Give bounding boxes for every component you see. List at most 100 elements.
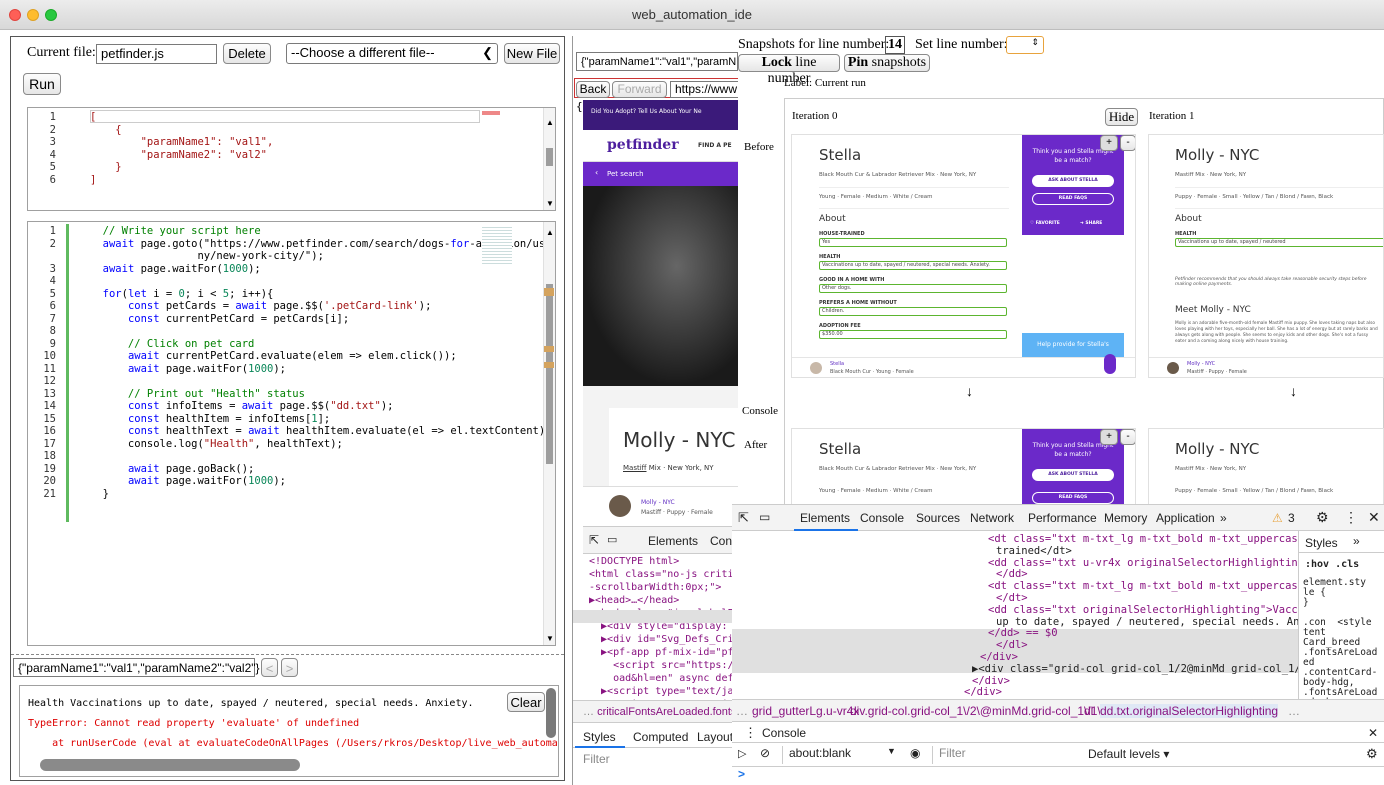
dom-node-line[interactable]: trained</dt>: [996, 545, 1072, 557]
code-line[interactable]: "paramName2": "val2": [90, 149, 267, 161]
drawer-console-tab[interactable]: Console: [762, 726, 806, 740]
devtools-tab[interactable]: Memory: [1104, 511, 1147, 525]
device-toolbar-icon[interactable]: ▭: [607, 533, 617, 546]
dom-node-line[interactable]: up to date, spayed / neutered, special n…: [996, 616, 1298, 628]
code-line[interactable]: await currentPetCard.evaluate(elem => el…: [90, 350, 457, 362]
dom-node-line[interactable]: -scrollbarWidth:0px;">: [589, 582, 721, 593]
styles-filter-input[interactable]: Filter: [583, 752, 610, 766]
code-line[interactable]: ]: [90, 174, 96, 186]
current-file-input[interactable]: petfinder.js: [96, 44, 217, 64]
param-set-select[interactable]: {"paramName1":"val1","paramName2":"val2"…: [13, 658, 260, 677]
close-icon[interactable]: ✕: [1368, 509, 1380, 526]
scroll-thumb[interactable]: [546, 284, 553, 464]
close-icon[interactable]: ✕: [1368, 726, 1378, 740]
dom-node-line[interactable]: ▶<head>…</head>: [589, 595, 679, 606]
dom-node-line[interactable]: </dd> == $0: [988, 627, 1058, 639]
dom-node-line[interactable]: <script src="https://v: [589, 660, 739, 671]
gear-icon[interactable]: ⚙: [1366, 746, 1378, 762]
script-code-editor[interactable]: 1 // Write your script here 2 await page.…: [27, 221, 556, 646]
dom-node-line[interactable]: ▶<pf-app pf-mix-id="pfA: [589, 647, 739, 658]
code-line[interactable]: await page.waitFor(1000);: [90, 363, 286, 375]
dom-node-line[interactable]: <dt class="txt m-txt_lg m-txt_bold m-txt…: [988, 533, 1298, 545]
code-line[interactable]: }: [90, 161, 121, 173]
zoom-out-button[interactable]: -: [1120, 429, 1135, 445]
zoom-in-button[interactable]: +: [1100, 429, 1118, 445]
code-line[interactable]: await page.goBack();: [90, 463, 254, 475]
sidebar-toggle-icon[interactable]: ▷: [738, 747, 746, 760]
dom-node-line[interactable]: <html class="no-js critica: [589, 569, 739, 580]
zoom-in-button[interactable]: +: [1100, 135, 1118, 151]
code-line[interactable]: }: [90, 488, 109, 500]
petfinder-logo[interactable]: petfinder: [607, 137, 679, 153]
code-line[interactable]: // Click on pet card: [90, 338, 254, 350]
browser-param-select[interactable]: {"paramName1":"val1","paramN: [576, 52, 738, 71]
find-pet-link[interactable]: FIND A PE: [698, 142, 732, 149]
code-line[interactable]: const infoItems = await page.$$("dd.txt"…: [90, 400, 394, 412]
code-line[interactable]: const healthText = await healthItem.eval…: [90, 425, 552, 437]
dom-node-line[interactable]: <dd class="txt originalSelectorHighlight…: [988, 604, 1298, 616]
tab-computed[interactable]: Computed: [633, 730, 688, 744]
params-scrollbar[interactable]: ▲ ▼: [543, 108, 555, 210]
url-input[interactable]: https://www: [670, 81, 739, 98]
clear-console-icon[interactable]: ⊘: [760, 746, 770, 760]
device-toolbar-icon[interactable]: ▭: [759, 510, 770, 524]
context-select[interactable]: about:blank ▼: [782, 746, 902, 764]
code-line[interactable]: const currentPetCard = petCards[i];: [90, 313, 349, 325]
console-vscroll[interactable]: [546, 688, 556, 738]
pin-snapshots-button[interactable]: Pin snapshots: [844, 54, 930, 72]
mini-dom-tree[interactable]: <!DOCTYPE html> <html class="no-js critic…: [573, 554, 739, 710]
console-prompt[interactable]: >: [738, 767, 745, 781]
clear-console-button[interactable]: Clear: [507, 692, 545, 712]
devtools-tab[interactable]: »: [1220, 511, 1227, 525]
dom-node-line[interactable]: </dt>: [996, 592, 1028, 604]
dom-node-line[interactable]: oad&hl=en" async defer: [589, 673, 739, 684]
code-line[interactable]: "paramName1": "val1",: [90, 136, 274, 148]
eye-icon[interactable]: ◉: [910, 746, 920, 760]
dom-node-line[interactable]: <!DOCTYPE html>: [589, 556, 679, 567]
script-scrollbar[interactable]: ▲ ▼: [543, 222, 555, 645]
dom-tree[interactable]: <dt class="txt m-txt_lg m-txt_bold m-txt…: [732, 531, 1298, 699]
choose-file-select[interactable]: --Choose a different file-- ❮: [286, 43, 498, 64]
delete-file-button[interactable]: Delete: [223, 43, 271, 64]
heart-icon[interactable]: [1104, 354, 1116, 374]
dom-breadcrumbs[interactable]: … grid_gutterLg.u-vr4x div.grid-col.grid…: [732, 699, 1384, 721]
dom-node-line[interactable]: ▶<div class="grid-col grid-col_1/2@minMd…: [972, 663, 1298, 675]
dom-node-line[interactable]: ▶<div id="Svg_Defs_Crit: [589, 634, 739, 645]
breed-link[interactable]: Mastiff: [623, 464, 647, 472]
code-line[interactable]: ny/new-york-city/");: [90, 250, 323, 262]
code-line[interactable]: const healthItem = infoItems[1];: [90, 413, 330, 425]
code-line[interactable]: await page.waitFor(1000);: [90, 263, 261, 275]
devtools-tab[interactable]: Network: [970, 511, 1014, 525]
devtools-tab[interactable]: Performance: [1028, 511, 1097, 525]
dom-node-line[interactable]: </dl>: [996, 639, 1028, 651]
tab-layout[interactable]: Layout: [697, 730, 733, 744]
devtools-tab[interactable]: Application: [1156, 511, 1215, 525]
inspect-icon[interactable]: ⇱: [589, 533, 599, 547]
hide-button[interactable]: Hide: [1105, 108, 1138, 126]
tab-styles[interactable]: Styles: [1305, 536, 1338, 550]
devtools-tab[interactable]: Elements: [800, 511, 850, 525]
log-levels-select[interactable]: Default levels ▾: [1088, 747, 1169, 761]
dom-node-line[interactable]: </dd>: [996, 568, 1028, 580]
new-file-button[interactable]: New File: [504, 43, 560, 64]
devtools-tab[interactable]: Console: [860, 511, 904, 525]
next-param-button[interactable]: >: [281, 658, 298, 677]
pet-search-bar[interactable]: ‹ Pet search: [583, 162, 739, 186]
dom-node-line[interactable]: </div>: [964, 686, 1002, 698]
back-button[interactable]: Back: [576, 81, 610, 98]
dom-node-line[interactable]: </div>: [980, 651, 1018, 663]
snapshot-before-iter1[interactable]: Molly - NYC Mastiff Mix · New York, NY P…: [1148, 134, 1384, 378]
inspect-icon[interactable]: ⇱: [738, 510, 749, 526]
more-options-icon[interactable]: ⋮: [1344, 509, 1358, 526]
set-line-number-input[interactable]: ⇕: [1006, 36, 1044, 54]
run-button[interactable]: Run: [23, 73, 61, 95]
tab-elements[interactable]: Elements: [648, 534, 698, 548]
code-line[interactable]: {: [90, 124, 121, 136]
hov-cls-toggles[interactable]: :hov .cls: [1305, 559, 1359, 570]
console-hscroll[interactable]: [40, 759, 300, 771]
more-tabs-icon[interactable]: »: [1353, 534, 1360, 548]
snapshot-after-iter1[interactable]: Molly - NYC Mastiff Mix · New York, NY P…: [1148, 428, 1384, 506]
dom-breadcrumb[interactable]: … criticalFontsAreLoaded.fonts: [573, 700, 739, 722]
snapshot-after-iter0[interactable]: Stella Black Mouth Cur & Labrador Retrie…: [791, 428, 1136, 506]
zoom-out-button[interactable]: -: [1120, 135, 1135, 151]
